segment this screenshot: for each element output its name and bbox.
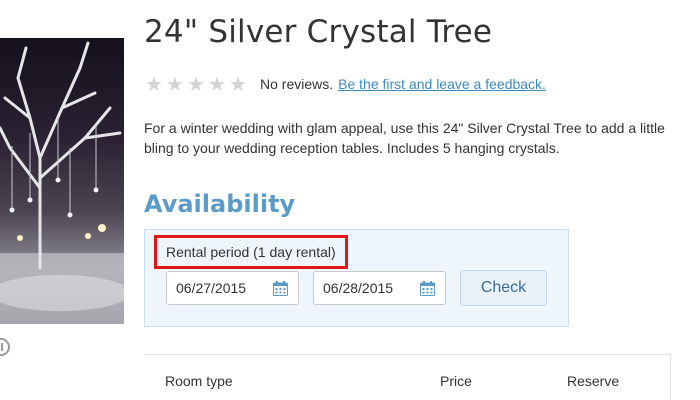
product-image bbox=[0, 38, 124, 324]
star-icon[interactable]: ★ bbox=[166, 74, 186, 94]
star-icon[interactable]: ★ bbox=[229, 74, 249, 94]
column-header-room-type: Room type bbox=[165, 373, 233, 389]
star-icon[interactable]: ★ bbox=[187, 74, 207, 94]
rental-period-text: Rental period (1 day rental) bbox=[166, 244, 336, 260]
star-icon[interactable]: ★ bbox=[145, 74, 165, 94]
rating-row: ★ ★ ★ ★ ★ No reviews. Be the first and l… bbox=[145, 74, 546, 94]
product-title: 24" Silver Crystal Tree bbox=[144, 14, 493, 50]
start-date-field[interactable]: 06/27/2015 bbox=[166, 271, 299, 305]
end-date-field[interactable]: 06/28/2015 bbox=[313, 271, 446, 305]
product-description: For a winter wedding with glam appeal, u… bbox=[144, 120, 665, 156]
star-rating[interactable]: ★ ★ ★ ★ ★ bbox=[145, 74, 249, 94]
column-header-price: Price bbox=[440, 373, 472, 389]
rental-period-label: Rental period (1 day rental) bbox=[154, 235, 348, 269]
slideshow-control-icon[interactable] bbox=[0, 338, 10, 356]
rooms-table-border bbox=[670, 354, 671, 400]
column-header-reserve: Reserve bbox=[567, 373, 620, 389]
crystal-tree-image bbox=[0, 41, 124, 324]
check-button[interactable]: Check bbox=[460, 270, 547, 306]
rooms-table-divider bbox=[144, 354, 671, 355]
no-reviews-text: No reviews. bbox=[260, 76, 334, 92]
calendar-icon[interactable] bbox=[273, 281, 288, 296]
star-icon[interactable]: ★ bbox=[208, 74, 228, 94]
first-review-link[interactable]: Be the first and leave a feedback. bbox=[338, 76, 546, 92]
calendar-icon[interactable] bbox=[420, 281, 435, 296]
availability-heading: Availability bbox=[144, 190, 296, 218]
